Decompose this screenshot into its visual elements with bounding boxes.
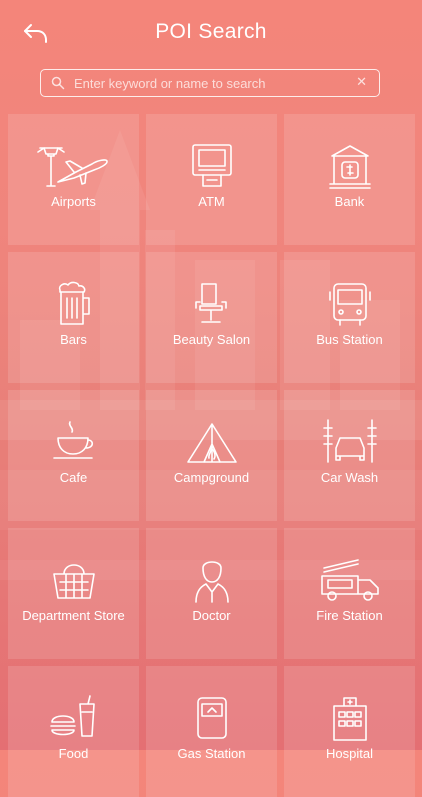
clear-search-icon[interactable]: ✕ bbox=[356, 74, 367, 90]
category-cafe[interactable]: Cafe bbox=[8, 390, 139, 521]
category-food[interactable]: Food bbox=[8, 666, 139, 797]
category-airports[interactable]: Airports bbox=[8, 114, 139, 245]
shopping-basket-icon bbox=[52, 564, 95, 599]
category-label: Hospital bbox=[326, 746, 373, 761]
search-icon bbox=[51, 76, 65, 90]
category-label: Bus Station bbox=[316, 332, 383, 347]
category-hospital[interactable]: Hospital bbox=[284, 666, 415, 797]
category-atm[interactable]: ATM bbox=[146, 114, 277, 245]
top-bar: POI Search bbox=[0, 0, 422, 68]
burger-drink-icon bbox=[49, 695, 95, 737]
category-label: Bars bbox=[60, 332, 87, 347]
bank-building-icon bbox=[328, 145, 371, 189]
coffee-cup-icon bbox=[52, 421, 93, 459]
airport-tower-plane-icon bbox=[36, 147, 108, 187]
category-department-store[interactable]: Department Store bbox=[8, 528, 139, 659]
category-label: Beauty Salon bbox=[172, 332, 251, 347]
category-label: Fire Station bbox=[316, 608, 383, 623]
category-bars[interactable]: Bars bbox=[8, 252, 139, 383]
category-gas-station[interactable]: Gas Station bbox=[146, 666, 277, 797]
bus-icon bbox=[328, 283, 371, 326]
page-title: POI Search bbox=[155, 20, 267, 43]
category-label: Food bbox=[58, 746, 89, 761]
tent-icon bbox=[186, 423, 237, 463]
category-doctor[interactable]: Doctor bbox=[146, 528, 277, 659]
category-label: Doctor bbox=[192, 608, 231, 623]
beer-mug-icon bbox=[58, 281, 90, 325]
category-label: Car Wash bbox=[320, 470, 379, 485]
category-label: Campground bbox=[173, 470, 250, 485]
category-label: Department Store bbox=[22, 608, 125, 623]
category-label: ATM bbox=[198, 194, 225, 209]
category-campground[interactable]: Campground bbox=[146, 390, 277, 521]
category-car-wash[interactable]: Car Wash bbox=[284, 390, 415, 521]
category-label: Bank bbox=[334, 194, 365, 209]
category-bus-station[interactable]: Bus Station bbox=[284, 252, 415, 383]
hospital-building-icon bbox=[332, 697, 367, 741]
category-label: Airports bbox=[51, 194, 96, 209]
fire-truck-icon bbox=[320, 559, 379, 601]
category-label: Cafe bbox=[59, 470, 88, 485]
salon-chair-icon bbox=[194, 283, 227, 323]
search-input[interactable] bbox=[74, 72, 344, 94]
atm-machine-icon bbox=[191, 144, 232, 187]
category-beauty-salon[interactable]: Beauty Salon bbox=[146, 252, 277, 383]
category-fire-station[interactable]: Fire Station bbox=[284, 528, 415, 659]
car-wash-icon bbox=[322, 419, 377, 463]
search-bar: ✕ bbox=[40, 69, 380, 97]
category-bank[interactable]: Bank bbox=[284, 114, 415, 245]
category-label: Gas Station bbox=[177, 746, 246, 761]
gas-pump-icon bbox=[196, 697, 227, 739]
doctor-icon bbox=[194, 561, 229, 603]
